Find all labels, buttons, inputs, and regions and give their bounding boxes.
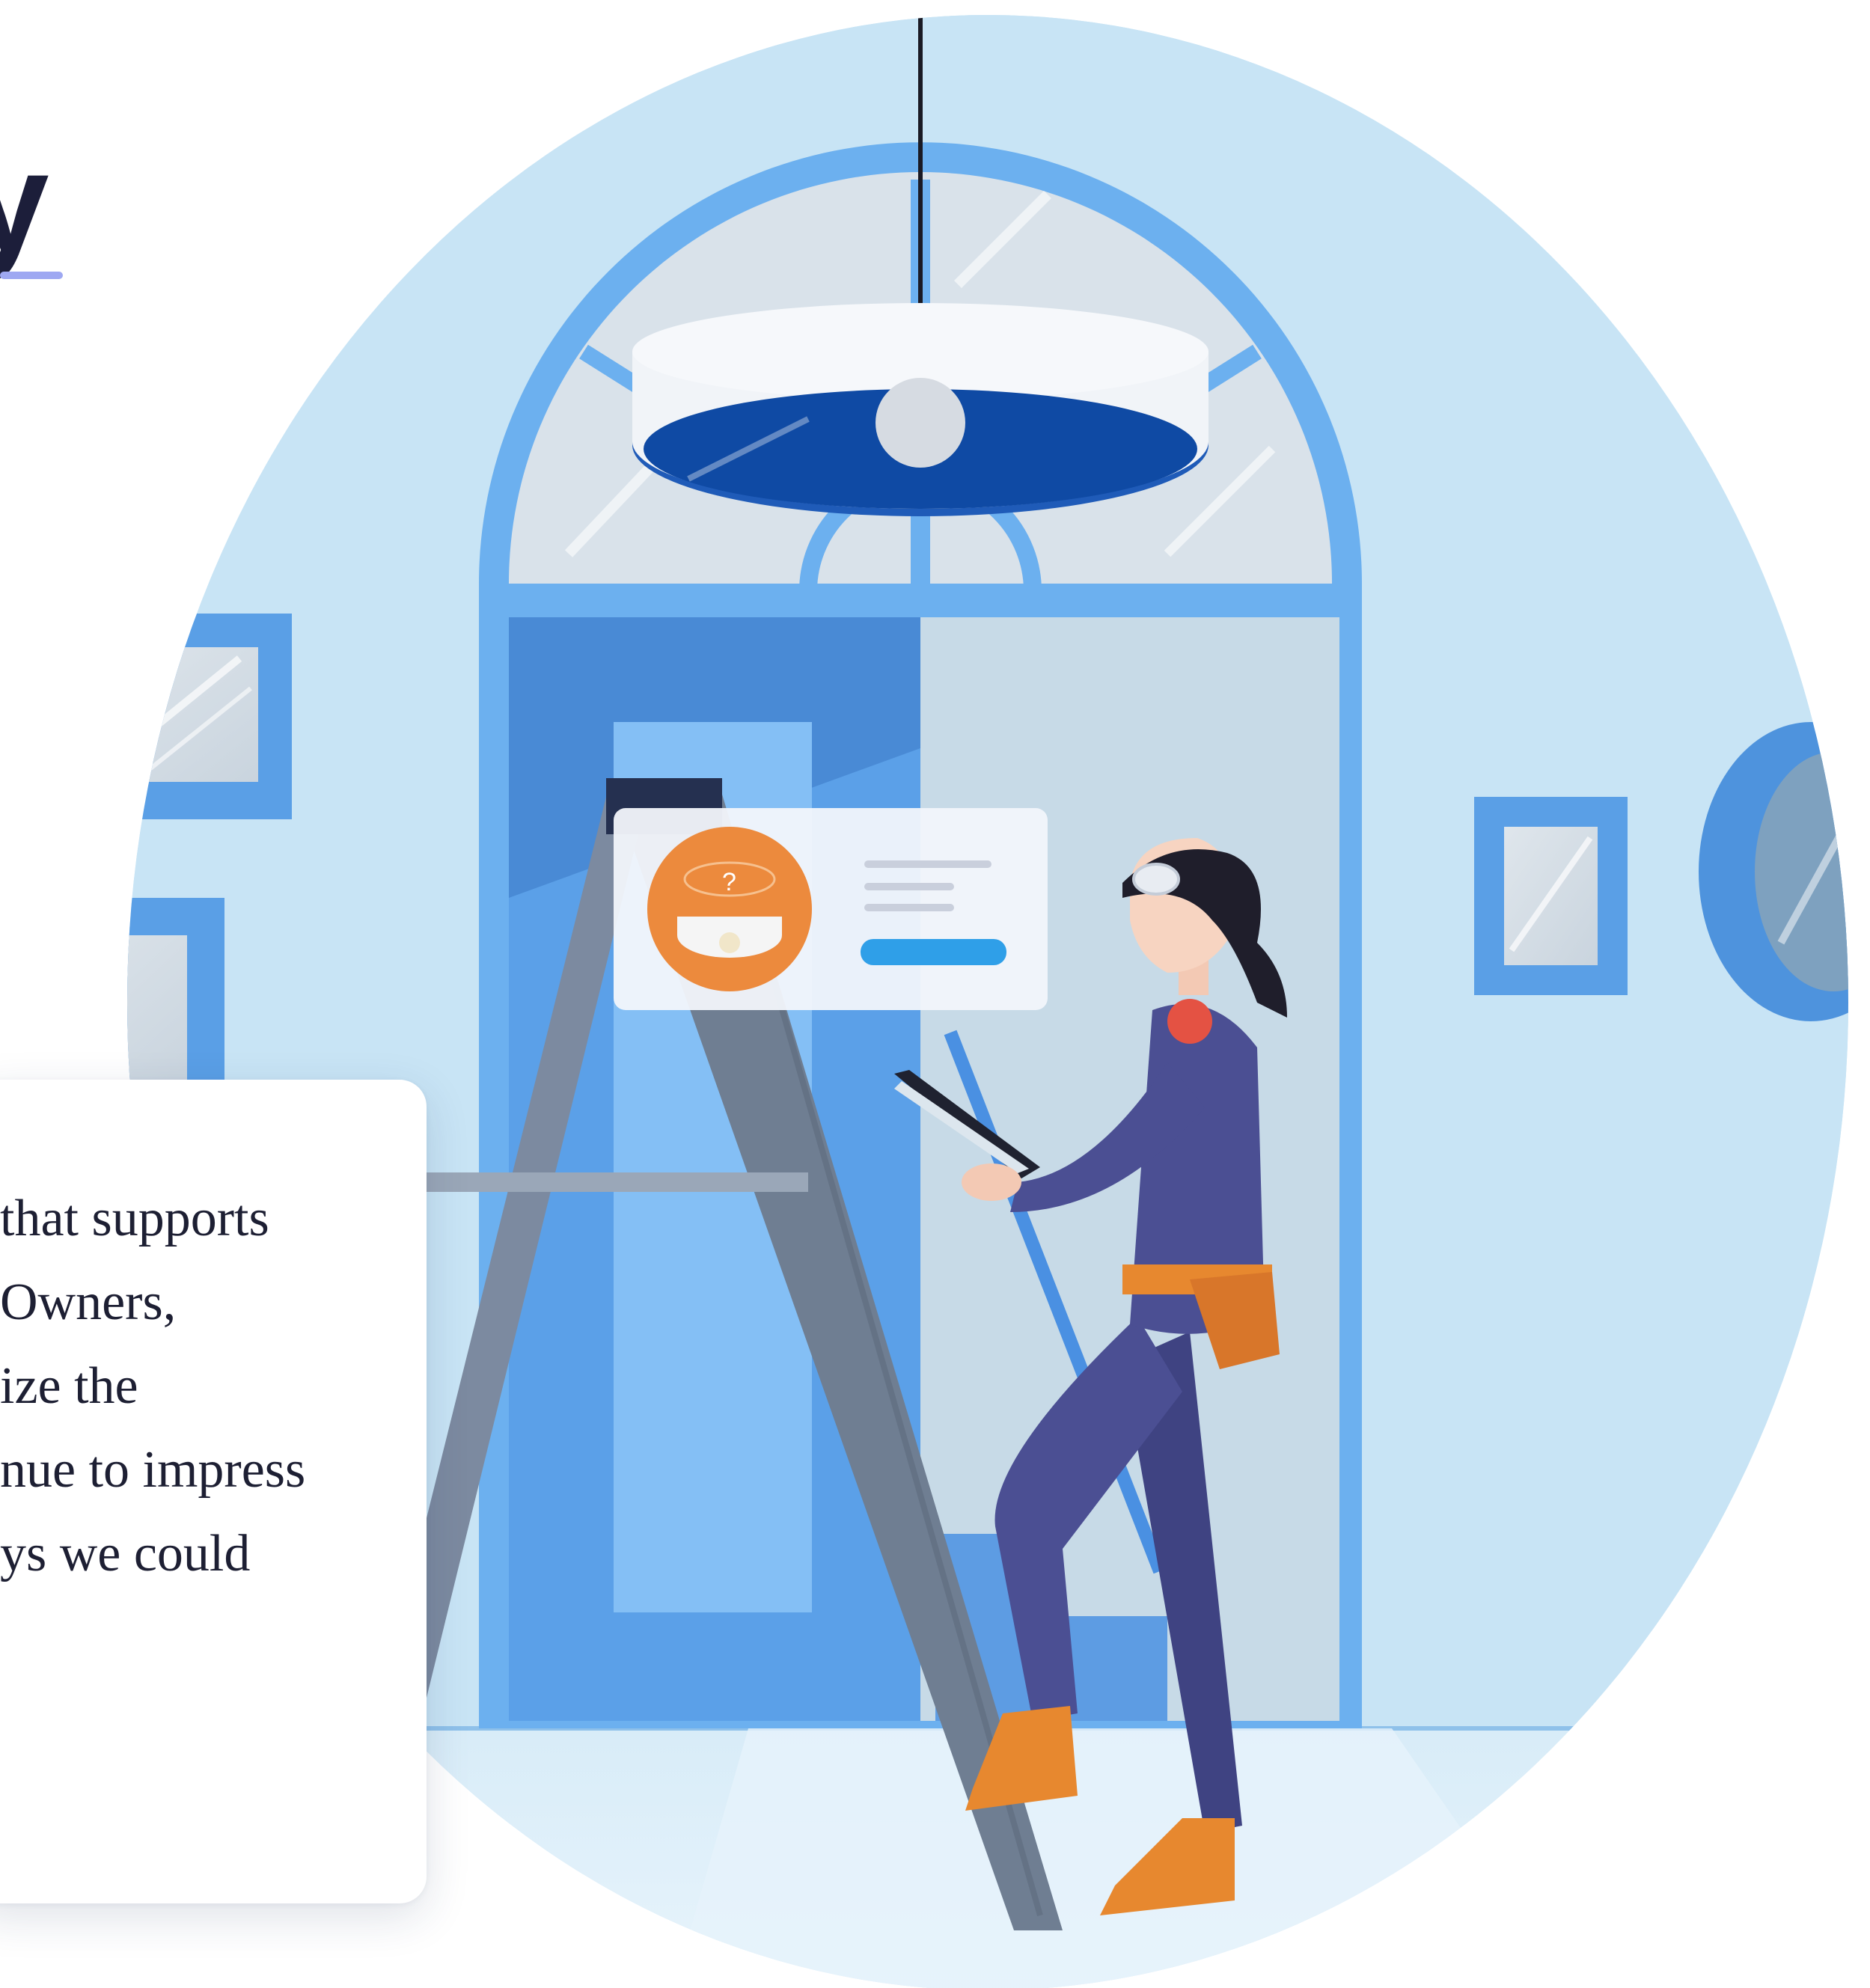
page-heading-fragment: y (0, 123, 49, 281)
card-line: ys we could (0, 1525, 251, 1582)
card-line: that supports (0, 1190, 269, 1247)
wall-frame-right-square (1474, 797, 1628, 995)
text-card: that supports Owners, ize the nue to imp… (0, 1080, 427, 1903)
ceiling-lamp-question-icon: ? (647, 827, 812, 991)
card-paragraph: that supports Owners, ize the nue to imp… (0, 1177, 419, 1596)
svg-text:?: ? (722, 868, 736, 896)
wall-frame-left-top (127, 614, 292, 819)
heading-underline (0, 272, 63, 279)
card-line: Owners, (0, 1273, 177, 1331)
info-popup: ? (614, 808, 1048, 1010)
wall-frame-left-bottom (127, 898, 224, 1085)
card-line: ize the (0, 1357, 138, 1415)
card-line: nue to impress (0, 1441, 306, 1499)
